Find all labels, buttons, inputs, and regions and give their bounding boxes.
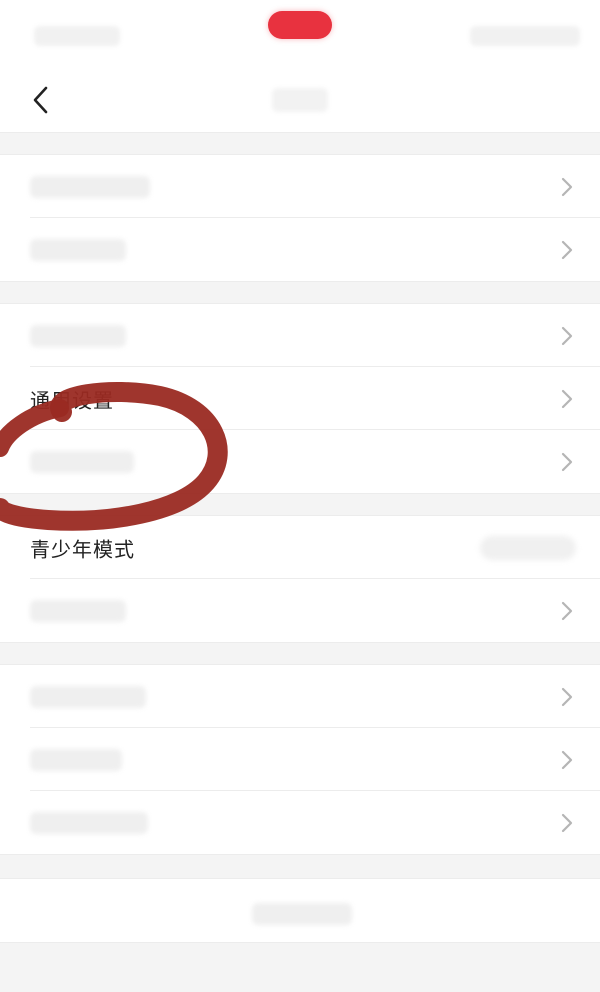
row-label-obscured [30,324,126,347]
row-label-obscured [30,238,126,261]
settings-row[interactable] [0,728,600,791]
chevron-right-icon [561,326,573,345]
row-label-obscured [30,450,134,473]
row-label-obscured [30,811,148,834]
chevron-right-icon [561,813,573,832]
section-separator [0,854,600,879]
page-title-obscured [272,88,328,112]
logout-row[interactable] [0,879,600,942]
settings-row[interactable] [0,665,600,728]
logout-label-obscured [252,903,352,925]
row-label-obscured [30,599,126,622]
settings-row[interactable] [0,579,600,642]
row-label-obscured [30,685,146,708]
section-separator [0,493,600,516]
status-time-obscured [34,26,120,46]
chevron-right-icon [561,687,573,706]
bottom-area [0,942,600,992]
settings-row-teen-mode[interactable]: 青少年模式 [0,516,600,579]
nav-bar [0,60,600,132]
section-separator [0,281,600,304]
settings-row-general[interactable]: 通用设置 [0,367,600,430]
section-separator [0,642,600,665]
chevron-left-icon [33,86,48,114]
settings-row[interactable] [0,304,600,367]
row-label: 通用设置 [30,388,114,412]
row-label-obscured [30,175,150,198]
status-bar [0,0,600,60]
chevron-right-icon [561,240,573,259]
chevron-right-icon [561,750,573,769]
chevron-right-icon [561,177,573,196]
settings-row[interactable] [0,218,600,281]
chevron-right-icon [561,452,573,471]
settings-screen: 通用设置 青少年模式 [0,0,600,992]
settings-row[interactable] [0,791,600,854]
screen-recording-indicator [268,11,332,39]
chevron-right-icon [561,389,573,408]
row-label-obscured [30,748,122,771]
settings-row[interactable] [0,155,600,218]
status-icons-obscured [470,26,580,46]
section-separator [0,132,600,155]
row-value-obscured [480,535,576,560]
back-button[interactable] [18,78,62,122]
settings-row[interactable] [0,430,600,493]
chevron-right-icon [561,601,573,620]
row-label: 青少年模式 [30,537,135,561]
